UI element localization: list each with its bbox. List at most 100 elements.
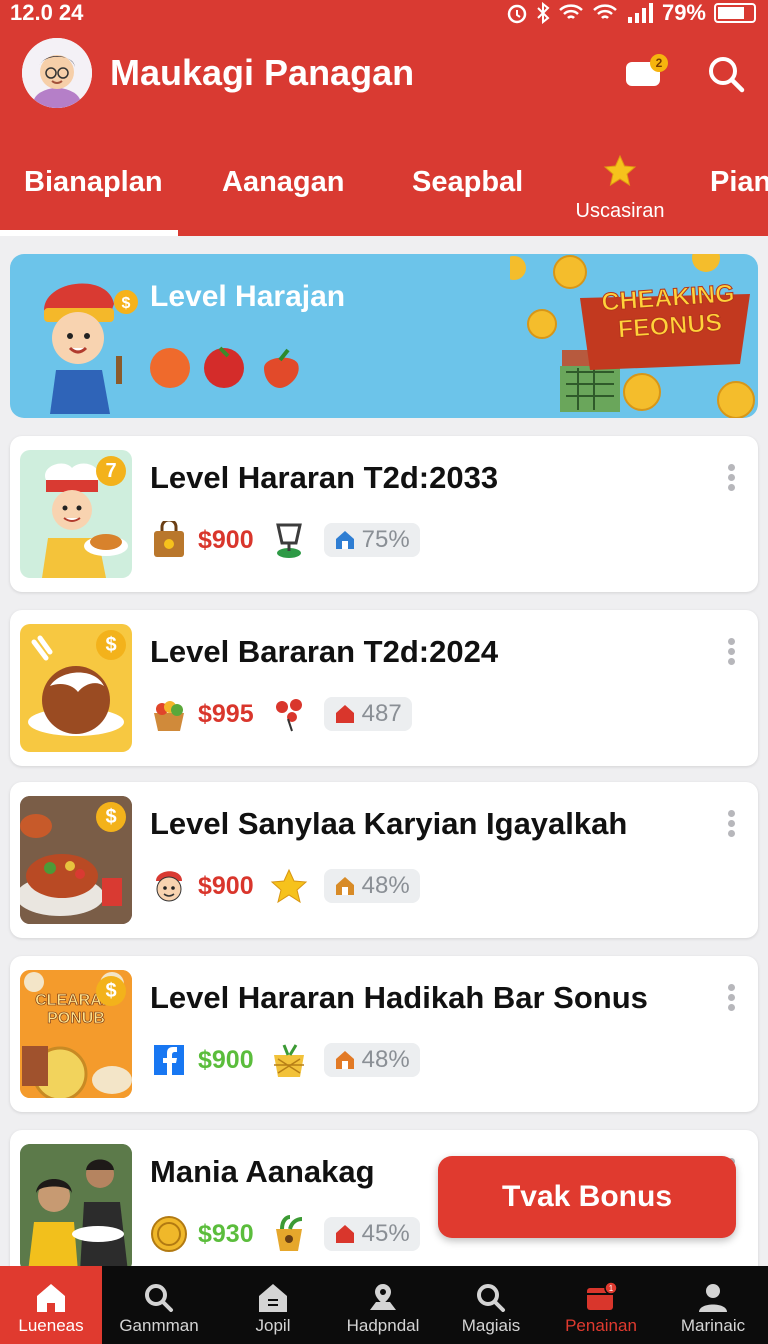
item-thumbnail xyxy=(20,1144,132,1272)
nav-explore[interactable]: Magiais xyxy=(436,1266,546,1344)
item-title: Level Sanylaa Karyian Igayalkah xyxy=(150,806,628,841)
progress-value: 75% xyxy=(361,526,410,553)
tab-aanagan[interactable]: Aanagan xyxy=(222,166,344,199)
shopping-bag-icon xyxy=(154,521,184,557)
more-options-icon[interactable] xyxy=(728,464,736,494)
mascot-chef-illustration: $ xyxy=(44,283,138,414)
nav-search[interactable]: Ganmman xyxy=(104,1266,214,1344)
tab-uscasiran[interactable]: Uscasiran xyxy=(570,154,670,223)
more-options-icon[interactable] xyxy=(728,984,736,1014)
nav-house[interactable]: Jopil xyxy=(218,1266,328,1344)
tab-pian[interactable]: Pian xyxy=(710,166,768,199)
signal-icon xyxy=(627,3,653,23)
more-options-icon[interactable] xyxy=(728,810,736,840)
progress-chip: 487 xyxy=(323,697,412,731)
item-price: $900 xyxy=(198,1045,254,1074)
house-icon xyxy=(259,1284,287,1312)
person-icon xyxy=(699,1284,727,1312)
take-bonus-button[interactable]: Tvak Bonus xyxy=(438,1156,736,1238)
nav-home[interactable]: Lueneas xyxy=(0,1266,102,1344)
app-title: Maukagi Panagan xyxy=(110,52,415,93)
house-icon xyxy=(335,705,354,723)
battery-percent: 79% xyxy=(661,0,706,25)
home-icon xyxy=(37,1284,65,1312)
item-thumbnail: 7 xyxy=(20,450,132,578)
more-options-icon[interactable] xyxy=(728,638,736,668)
house-icon xyxy=(335,877,354,895)
avatar[interactable] xyxy=(22,38,92,108)
fruit-icons xyxy=(150,346,299,388)
coin-icon xyxy=(151,1216,187,1252)
progress-value: 487 xyxy=(361,700,402,727)
chef-face-icon xyxy=(156,871,182,902)
calendar-icon: 1 xyxy=(587,1282,618,1310)
plant-pot-icon xyxy=(275,1215,302,1251)
bottom-navigation: Lueneas Ganmman Jopil Hadpndal Magiais 1… xyxy=(0,1266,768,1344)
item-thumbnail: CLEARAIS PONUB $ xyxy=(20,970,132,1098)
wifi-icon xyxy=(559,4,583,19)
alarm-icon xyxy=(507,4,527,24)
svg-text:$: $ xyxy=(122,295,131,312)
coin-badge: 7 xyxy=(96,456,126,486)
house-icon xyxy=(335,1051,354,1069)
facebook-icon xyxy=(154,1045,184,1075)
progress-value: 45% xyxy=(361,1220,410,1247)
nav-location[interactable]: Hadpndal xyxy=(328,1266,438,1344)
tab-seapbal[interactable]: Seapbal xyxy=(412,166,523,199)
tab-uscasiran-label: Uscasiran xyxy=(575,200,665,222)
tab-bianaplan[interactable]: Bianaplan xyxy=(24,166,163,199)
item-thumbnail: $ xyxy=(20,796,132,924)
battery-icon xyxy=(714,3,756,23)
item-meta: $995 487 xyxy=(150,692,412,736)
nav-profile[interactable]: Marinaic xyxy=(658,1266,768,1344)
map-pin-icon xyxy=(370,1284,396,1310)
bluetooth-icon xyxy=(537,2,550,24)
item-meta: $930 45% xyxy=(150,1212,420,1256)
item-meta: $900 75% xyxy=(150,518,420,562)
search-icon xyxy=(477,1284,505,1312)
coin-badge: $ xyxy=(96,802,126,832)
pineapple-basket-icon xyxy=(273,1044,304,1077)
banner-title: Level Harajan xyxy=(150,280,346,313)
star-icon xyxy=(603,154,637,187)
search-button[interactable] xyxy=(706,54,746,94)
house-icon xyxy=(335,531,354,549)
progress-chip: 48% xyxy=(323,869,420,903)
notifications-badge: 1 xyxy=(609,1284,614,1293)
progress-chip: 48% xyxy=(323,1043,420,1077)
list-item[interactable]: 7 Level Hararan T2d:2033 $900 75% xyxy=(10,436,758,592)
item-price: $900 xyxy=(198,871,254,900)
list-item[interactable]: $ Level Sanylaa Karyian Igayalkah $900 4… xyxy=(10,782,758,938)
status-bar: 12.0 24 79% xyxy=(0,0,768,28)
messages-button[interactable]: 2 xyxy=(624,54,668,90)
item-title: Mania Aanakag xyxy=(150,1154,375,1189)
app-header: 12.0 24 79% Maukagi Panagan 2 Bianaplan … xyxy=(0,0,768,236)
progress-chip: 75% xyxy=(323,523,420,557)
progress-chip: 45% xyxy=(323,1217,420,1251)
bonus-sign-text: CHEAKING FEONUS xyxy=(600,279,736,344)
search-icon xyxy=(145,1284,173,1312)
item-title: Level Bararan T2d:2024 xyxy=(150,634,499,669)
house-icon xyxy=(335,1225,354,1243)
list-item[interactable]: $ Level Bararan T2d:2024 $995 487 xyxy=(10,610,758,766)
star-icon xyxy=(270,868,307,904)
flower-icon xyxy=(275,699,302,732)
list-item[interactable]: CLEARAIS PONUB $ Level Hararan Hadikah B… xyxy=(10,956,758,1112)
nav-notifications[interactable]: 1 Penainan xyxy=(546,1266,656,1344)
promo-banner[interactable]: $ Level Harajan CHEAKING FEONUS xyxy=(10,254,758,418)
wifi-icon-2 xyxy=(593,4,617,19)
fruit-basket-icon xyxy=(154,701,184,731)
progress-value: 48% xyxy=(361,1046,410,1073)
item-price: $900 xyxy=(198,525,254,554)
item-title: Level Hararan T2d:2033 xyxy=(150,460,499,495)
coin-badge: $ xyxy=(96,630,126,660)
progress-value: 48% xyxy=(361,872,410,899)
status-time: 12.0 24 xyxy=(10,0,84,25)
trophy-icon xyxy=(275,523,302,558)
item-price: $995 xyxy=(198,699,254,728)
messages-badge: 2 xyxy=(650,54,668,72)
item-thumbnail: $ xyxy=(20,624,132,752)
item-title: Level Hararan Hadikah Bar Sonus xyxy=(150,980,648,1015)
item-meta: $900 48% xyxy=(150,1038,420,1082)
tab-bar: Bianaplan Aanagan Seapbal Uscasiran Pian xyxy=(0,150,768,236)
